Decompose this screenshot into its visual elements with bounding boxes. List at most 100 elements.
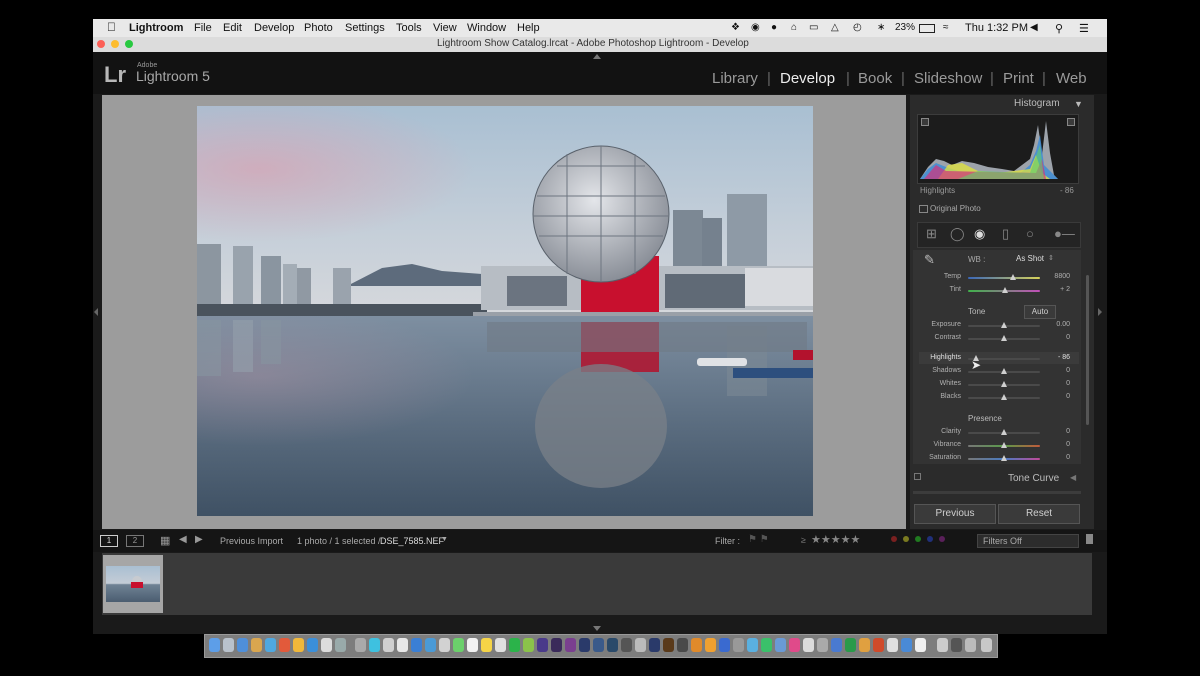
slider-value-contrast[interactable]: 0 [1044, 334, 1070, 341]
itunes-icon[interactable] [789, 638, 800, 652]
collapse-triangle-icon[interactable]: ▼ [1074, 99, 1083, 109]
photoshop-icon[interactable] [649, 638, 660, 652]
filter-lock-icon[interactable] [1086, 534, 1093, 544]
menu-file[interactable]: File [194, 22, 212, 34]
slider-thumb-contrast[interactable] [1001, 335, 1007, 341]
flag-filter-icon[interactable]: ⚑ ⚑ [748, 534, 769, 545]
menu-lightroom[interactable]: Lightroom [129, 22, 183, 34]
slider-thumb-exposure[interactable] [1001, 322, 1007, 328]
module-print[interactable]: Print [1003, 70, 1034, 87]
slider-value-highlights[interactable]: - 86 [1044, 354, 1070, 361]
dropbox-icon[interactable]: ❖ [731, 22, 740, 33]
speedgrade-icon[interactable] [593, 638, 604, 652]
reset-button[interactable]: Reset [998, 504, 1080, 524]
app-icon-18[interactable] [803, 638, 814, 652]
source-label[interactable]: Previous Import [220, 536, 283, 546]
textedit-icon[interactable] [397, 638, 408, 652]
tone-curve-title[interactable]: Tone Curve [1008, 473, 1059, 484]
menu-view[interactable]: View [433, 22, 457, 34]
calendar-icon[interactable] [321, 638, 332, 652]
app-icon-2[interactable] [425, 638, 436, 652]
crop-tool-icon[interactable]: ⊞ [926, 226, 937, 242]
color-label-red[interactable] [891, 536, 897, 542]
wb-select[interactable]: As Shot [1016, 254, 1044, 263]
red-eye-icon[interactable]: ◉ [974, 226, 985, 242]
spotify-icon[interactable] [509, 638, 520, 652]
menu-photo[interactable]: Photo [304, 22, 333, 34]
color-label-purple[interactable] [939, 536, 945, 542]
slider-track-temp[interactable] [968, 277, 1040, 279]
notes-icon[interactable] [383, 638, 394, 652]
adjustment-brush-icon[interactable]: ●— [1054, 226, 1075, 241]
volume-icon[interactable]: ◀ [1030, 22, 1038, 33]
shadow-clipping-toggle-icon[interactable] [921, 118, 929, 126]
slider-value-clarity[interactable]: 0 [1044, 428, 1070, 435]
clock[interactable]: Thu 1:32 PM [965, 22, 1028, 34]
app-icon-20[interactable] [859, 638, 870, 652]
contacts-icon[interactable] [265, 638, 276, 652]
color-label-yellow[interactable] [903, 536, 909, 542]
app-icon-7[interactable] [523, 638, 534, 652]
menu-window[interactable]: Window [467, 22, 506, 34]
after-effects-icon[interactable] [551, 638, 562, 652]
photo-preview[interactable] [197, 106, 813, 516]
slider-thumb-clarity[interactable] [1001, 429, 1007, 435]
histogram-graph[interactable] [917, 114, 1079, 184]
right-panel-toggle-icon[interactable] [1098, 308, 1102, 316]
word-icon[interactable] [831, 638, 842, 652]
finder-icon[interactable] [209, 638, 220, 652]
filename-dropdown-icon[interactable]: ▼ [441, 536, 448, 543]
help-icon[interactable] [335, 638, 346, 652]
lightroom-dock-icon[interactable] [607, 638, 618, 652]
auto-tone-button[interactable]: Auto [1024, 305, 1056, 319]
app-icon-12[interactable] [691, 638, 702, 652]
top-panel-toggle-icon[interactable] [593, 54, 601, 59]
home-icon[interactable]: ⌂ [791, 22, 797, 33]
safari-icon[interactable] [237, 638, 248, 652]
stickies-icon[interactable] [481, 638, 492, 652]
app-icon-9[interactable] [621, 638, 632, 652]
creative-cloud-icon[interactable]: ◉ [751, 22, 760, 33]
chrome-icon[interactable] [279, 638, 290, 652]
launchpad-icon[interactable] [223, 638, 234, 652]
display-icon[interactable]: ▭ [809, 22, 818, 33]
app-icon-16[interactable] [747, 638, 758, 652]
app-icon-4[interactable] [453, 638, 464, 652]
app-icon-13[interactable] [705, 638, 716, 652]
excel-icon[interactable] [845, 638, 856, 652]
slider-value-blacks[interactable]: 0 [1044, 393, 1070, 400]
app-icon-23[interactable] [915, 638, 926, 652]
original-photo-checkbox[interactable] [919, 205, 928, 213]
search-icon[interactable]: ⚲ [1055, 22, 1063, 35]
airplay-icon[interactable]: △ [831, 22, 839, 33]
app-icon-1[interactable] [411, 638, 422, 652]
bluetooth-icon[interactable]: ∗ [877, 22, 885, 33]
color-label-blue[interactable] [927, 536, 933, 542]
slider-value-tint[interactable]: + 2 [1044, 286, 1070, 293]
app-icon-15[interactable] [733, 638, 744, 652]
slider-value-vibrance[interactable]: 0 [1044, 441, 1070, 448]
module-develop[interactable]: Develop [780, 70, 835, 87]
skype-icon[interactable] [369, 638, 380, 652]
spot-removal-icon[interactable]: ◯ [950, 226, 965, 242]
color-label-green[interactable] [915, 536, 921, 542]
messages-icon[interactable] [761, 638, 772, 652]
apple-icon[interactable]:  [107, 20, 116, 34]
rating-operator[interactable]: ≥ [801, 535, 806, 545]
highlight-clipping-toggle-icon[interactable] [1067, 118, 1075, 126]
filmstrip-thumbnail-cell[interactable] [103, 555, 163, 613]
filename[interactable]: DSE_7585.NEF [380, 536, 444, 546]
histogram-title[interactable]: Histogram [1014, 98, 1060, 109]
menu-edit[interactable]: Edit [223, 22, 242, 34]
bottom-panel-toggle-icon[interactable] [593, 626, 601, 631]
mail-icon[interactable] [251, 638, 262, 652]
list-icon[interactable]: ☰ [1079, 22, 1089, 35]
app-icon-14[interactable] [719, 638, 730, 652]
app-icon-19[interactable] [817, 638, 828, 652]
wb-chevron-icon[interactable]: ⇕ [1048, 254, 1054, 262]
forward-arrow-icon[interactable]: ▶ [195, 534, 203, 545]
minimize-window-button[interactable] [111, 40, 119, 48]
app-icon-17[interactable] [775, 638, 786, 652]
app-icon-11[interactable] [677, 638, 688, 652]
previous-button[interactable]: Previous [914, 504, 996, 524]
